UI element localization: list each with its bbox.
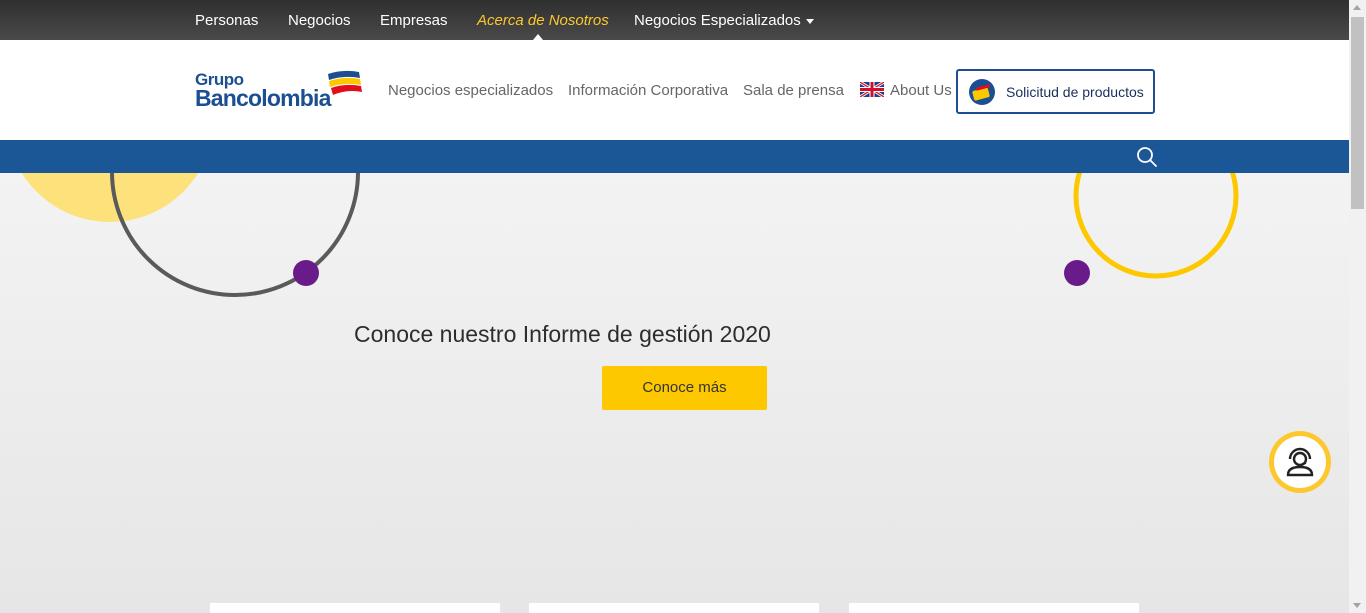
grupo-bancolombia-logo[interactable]: Grupo Bancolombia [195,70,365,115]
search-icon[interactable] [1136,146,1158,168]
topnav-negocios-especializados-label: Negocios Especializados [634,12,801,29]
product-card-icon [969,79,995,105]
topnav-negocios-especializados[interactable]: Negocios Especializados [634,12,814,29]
top-navigation: Personas Negocios Empresas Acerca de Nos… [0,0,1349,40]
bancolombia-flag-icon [328,70,362,95]
scrollbar-thumb[interactable] [1351,17,1364,209]
search-bar [0,140,1349,173]
chat-support-button[interactable] [1269,431,1331,493]
conoce-mas-button[interactable]: Conoce más [602,366,767,410]
yellow-blob-shape [21,173,199,222]
content-card[interactable] [849,603,1139,613]
scroll-up-icon[interactable] [1353,5,1361,10]
logo-text-bancolombia: Bancolombia [195,85,331,111]
agent-headset-icon [1286,447,1314,477]
nav-negocios-especializados[interactable]: Negocios especializados [388,82,553,99]
purple-dot-left [293,260,319,286]
nav-about-us[interactable]: About Us [890,82,952,99]
chevron-down-icon [805,18,814,24]
purple-dot-right [1064,260,1090,286]
page-scrollbar[interactable] [1349,0,1366,613]
nav-sala-de-prensa[interactable]: Sala de prensa [743,82,844,99]
content-card[interactable] [210,603,500,613]
hero-banner: Conoce nuestro Informe de gestión 2020 C… [0,173,1349,613]
topnav-personas[interactable]: Personas [195,12,258,29]
solicitud-label: Solicitud de productos [1006,84,1144,100]
nav-informacion-corporativa[interactable]: Información Corporativa [568,82,728,99]
yellow-ring-shape [1073,173,1239,279]
site-header: Grupo Bancolombia Negocios especializado… [0,40,1349,140]
topnav-empresas[interactable]: Empresas [380,12,448,29]
topnav-negocios[interactable]: Negocios [288,12,351,29]
topnav-acerca-de-nosotros[interactable]: Acerca de Nosotros [477,12,609,29]
uk-flag-icon [860,82,884,97]
content-card[interactable] [529,603,819,613]
solicitud-de-productos-button[interactable]: Solicitud de productos [956,69,1155,114]
hero-headline: Conoce nuestro Informe de gestión 2020 [354,321,771,347]
scroll-down-icon[interactable] [1353,603,1361,608]
